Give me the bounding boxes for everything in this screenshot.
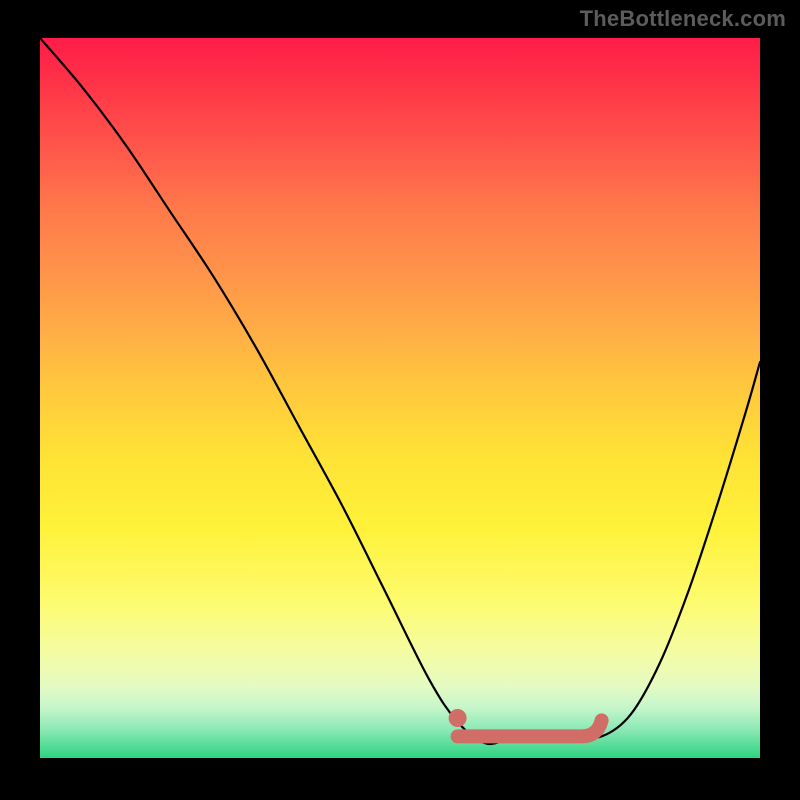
- plot-area: [40, 38, 760, 758]
- chart-svg: [40, 38, 760, 758]
- watermark-url: TheBottleneck.com: [580, 6, 786, 32]
- trough-dot: [449, 709, 467, 727]
- chart-frame: TheBottleneck.com: [0, 0, 800, 800]
- bottleneck-curve: [40, 38, 760, 744]
- trough-highlight: [458, 720, 602, 736]
